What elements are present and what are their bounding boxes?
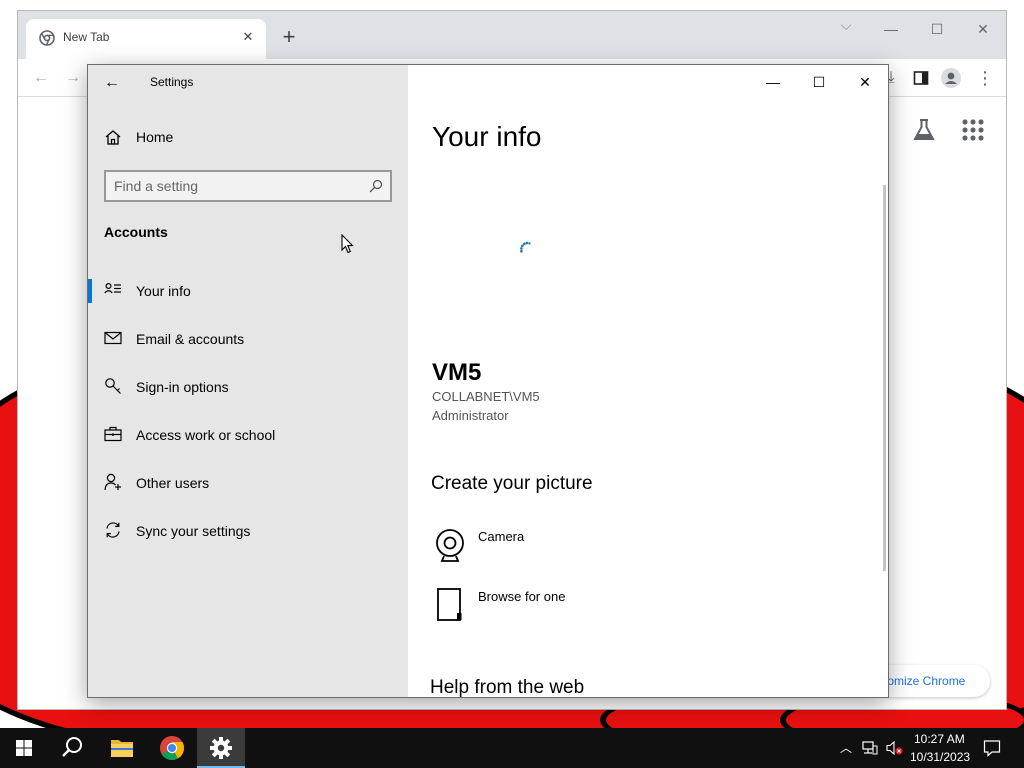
labs-flask-icon[interactable] bbox=[911, 117, 937, 143]
browse-label: Browse for one bbox=[478, 589, 566, 604]
search-input[interactable] bbox=[114, 176, 354, 196]
search-icon bbox=[62, 737, 82, 757]
settings-content: — ☐ ✕ Your info VM5 COLLABNET\VM5 Admini… bbox=[408, 65, 888, 698]
mail-icon bbox=[104, 331, 122, 345]
chrome-icon bbox=[160, 736, 185, 761]
taskbar: ︿ 10:27 AM 10/31/2023 bbox=[0, 728, 1024, 768]
apps-grid-icon[interactable] bbox=[960, 117, 986, 143]
sidebar-item-sign-in-options[interactable]: Sign-in options bbox=[88, 369, 408, 405]
user-info-icon bbox=[104, 282, 121, 294]
chevron-down-icon[interactable]: ⌵ bbox=[836, 17, 856, 37]
settings-sidebar: ← Settings Home Accounts bbox=[88, 65, 408, 697]
clock-date[interactable]: 10/31/2023 bbox=[910, 750, 970, 764]
back-button[interactable]: ← bbox=[100, 71, 124, 95]
sidebar-item-your-info[interactable]: Your info bbox=[88, 273, 408, 309]
gear-icon bbox=[210, 737, 232, 759]
section-heading: Accounts bbox=[104, 224, 168, 240]
user-account-name: COLLABNET\VM5 bbox=[432, 389, 540, 404]
user-display-name: VM5 bbox=[432, 359, 482, 386]
file-explorer-button[interactable] bbox=[98, 728, 146, 768]
user-role: Administrator bbox=[432, 408, 509, 423]
browser-tab[interactable]: New Tab ✕ bbox=[26, 19, 266, 59]
minimize-button[interactable]: — bbox=[750, 67, 796, 97]
tab-title: New Tab bbox=[63, 30, 110, 44]
window-title: Settings bbox=[150, 75, 194, 89]
sidebar-item-label: Email & accounts bbox=[136, 331, 245, 347]
sidebar-item-sync-settings[interactable]: Sync your settings bbox=[88, 513, 408, 549]
network-icon[interactable] bbox=[862, 740, 878, 756]
start-button[interactable] bbox=[0, 728, 48, 768]
windows-logo-icon bbox=[16, 740, 32, 756]
scrollbar[interactable] bbox=[883, 185, 886, 571]
sidebar-item-label: Sign-in options bbox=[136, 379, 229, 395]
forward-arrow-icon[interactable]: → bbox=[62, 67, 84, 89]
volume-muted-icon[interactable] bbox=[886, 740, 903, 756]
home-label: Home bbox=[136, 129, 174, 145]
create-picture-heading: Create your picture bbox=[431, 473, 593, 494]
active-indicator bbox=[88, 279, 92, 303]
settings-window: ← Settings Home Accounts bbox=[87, 64, 889, 698]
camera-label: Camera bbox=[478, 529, 525, 544]
camera-option[interactable]: Camera bbox=[432, 527, 732, 567]
file-icon bbox=[437, 588, 462, 621]
sidebar-item-access-work-school[interactable]: Access work or school bbox=[88, 417, 408, 453]
back-arrow-icon[interactable]: ← bbox=[30, 67, 52, 89]
close-button[interactable]: ✕ bbox=[960, 15, 1006, 43]
camera-icon bbox=[436, 529, 464, 562]
customize-chrome-label: tomize Chrome bbox=[884, 674, 966, 688]
maximize-button[interactable]: ☐ bbox=[796, 67, 842, 97]
search-button[interactable] bbox=[48, 728, 96, 768]
new-tab-button[interactable]: + bbox=[276, 25, 302, 51]
sidebar-item-other-users[interactable]: Other users bbox=[88, 465, 408, 501]
sidebar-item-label: Sync your settings bbox=[136, 523, 251, 539]
settings-taskbar-button[interactable] bbox=[197, 728, 245, 768]
close-button[interactable]: ✕ bbox=[842, 67, 888, 97]
chrome-tab-strip: New Tab ✕ + ⌵ — ☐ ✕ bbox=[18, 11, 1006, 59]
search-box[interactable] bbox=[104, 170, 392, 202]
chrome-favicon-icon bbox=[39, 30, 55, 46]
more-menu-icon[interactable]: ⋮ bbox=[974, 67, 996, 89]
sidebar-item-label: Your info bbox=[136, 283, 191, 299]
mouse-cursor-icon bbox=[341, 234, 354, 254]
add-user-icon bbox=[104, 473, 121, 491]
clock-time[interactable]: 10:27 AM bbox=[914, 732, 965, 746]
folder-icon bbox=[111, 740, 133, 757]
sidebar-item-label: Other users bbox=[136, 475, 210, 491]
chrome-taskbar-button[interactable] bbox=[148, 728, 196, 768]
customize-chrome-button[interactable]: tomize Chrome bbox=[876, 665, 990, 697]
home-icon bbox=[105, 130, 121, 145]
sync-icon bbox=[106, 522, 120, 538]
minimize-button[interactable]: — bbox=[868, 15, 914, 43]
key-icon bbox=[105, 378, 121, 394]
chevron-up-icon[interactable]: ︿ bbox=[838, 740, 854, 756]
side-panel-icon[interactable] bbox=[910, 67, 932, 89]
page-title: Your info bbox=[432, 121, 542, 152]
sidebar-item-label: Access work or school bbox=[136, 427, 276, 443]
maximize-button[interactable]: ☐ bbox=[914, 15, 960, 43]
browse-option[interactable]: Browse for one bbox=[432, 587, 732, 627]
briefcase-icon bbox=[104, 426, 122, 442]
sidebar-item-email-accounts[interactable]: Email & accounts bbox=[88, 321, 408, 357]
loading-spinner-icon bbox=[520, 241, 531, 253]
help-heading: Help from the web bbox=[430, 677, 585, 698]
close-icon[interactable]: ✕ bbox=[238, 27, 258, 47]
profile-avatar-icon[interactable] bbox=[940, 67, 962, 89]
notifications-icon[interactable] bbox=[983, 739, 1001, 757]
search-icon bbox=[369, 179, 383, 193]
